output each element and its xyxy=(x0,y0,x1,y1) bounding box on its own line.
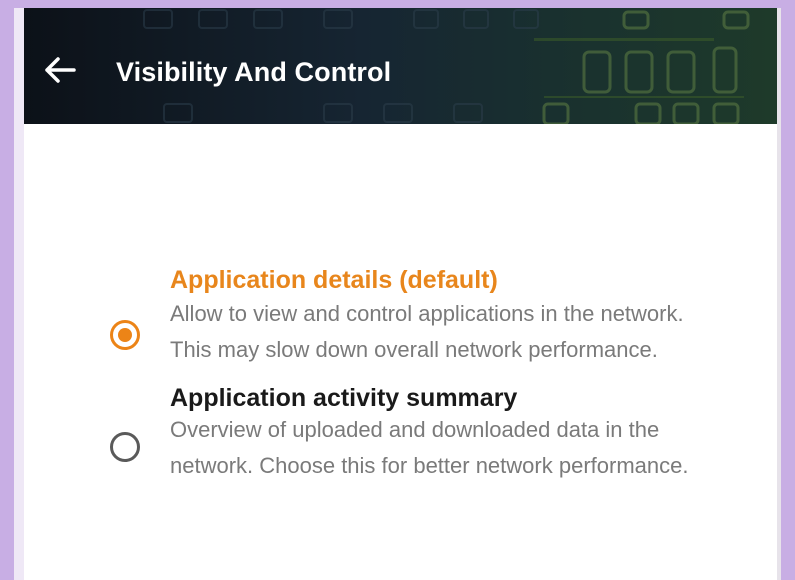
screen: Visibility And Control Application detai… xyxy=(14,8,781,580)
option-description: Allow to view and control applications i… xyxy=(170,301,684,362)
option-title: Application details (default) xyxy=(170,266,498,294)
arrow-left-icon xyxy=(45,57,76,83)
radio-button-selected[interactable] xyxy=(110,320,140,350)
back-button[interactable] xyxy=(40,50,80,90)
option-application-details[interactable]: Application details (default) Allow to v… xyxy=(24,196,777,366)
page-title: Visibility And Control xyxy=(116,57,392,87)
option-description: Overview of uploaded and downloaded data… xyxy=(170,417,689,478)
option-title: Application activity summary xyxy=(170,384,518,412)
app-bar: Visibility And Control xyxy=(24,8,777,124)
option-application-activity-summary[interactable]: Application activity summary Overview of… xyxy=(24,376,777,546)
radio-button-unselected[interactable] xyxy=(110,432,140,462)
screenshot-frame: Visibility And Control Application detai… xyxy=(0,0,795,580)
